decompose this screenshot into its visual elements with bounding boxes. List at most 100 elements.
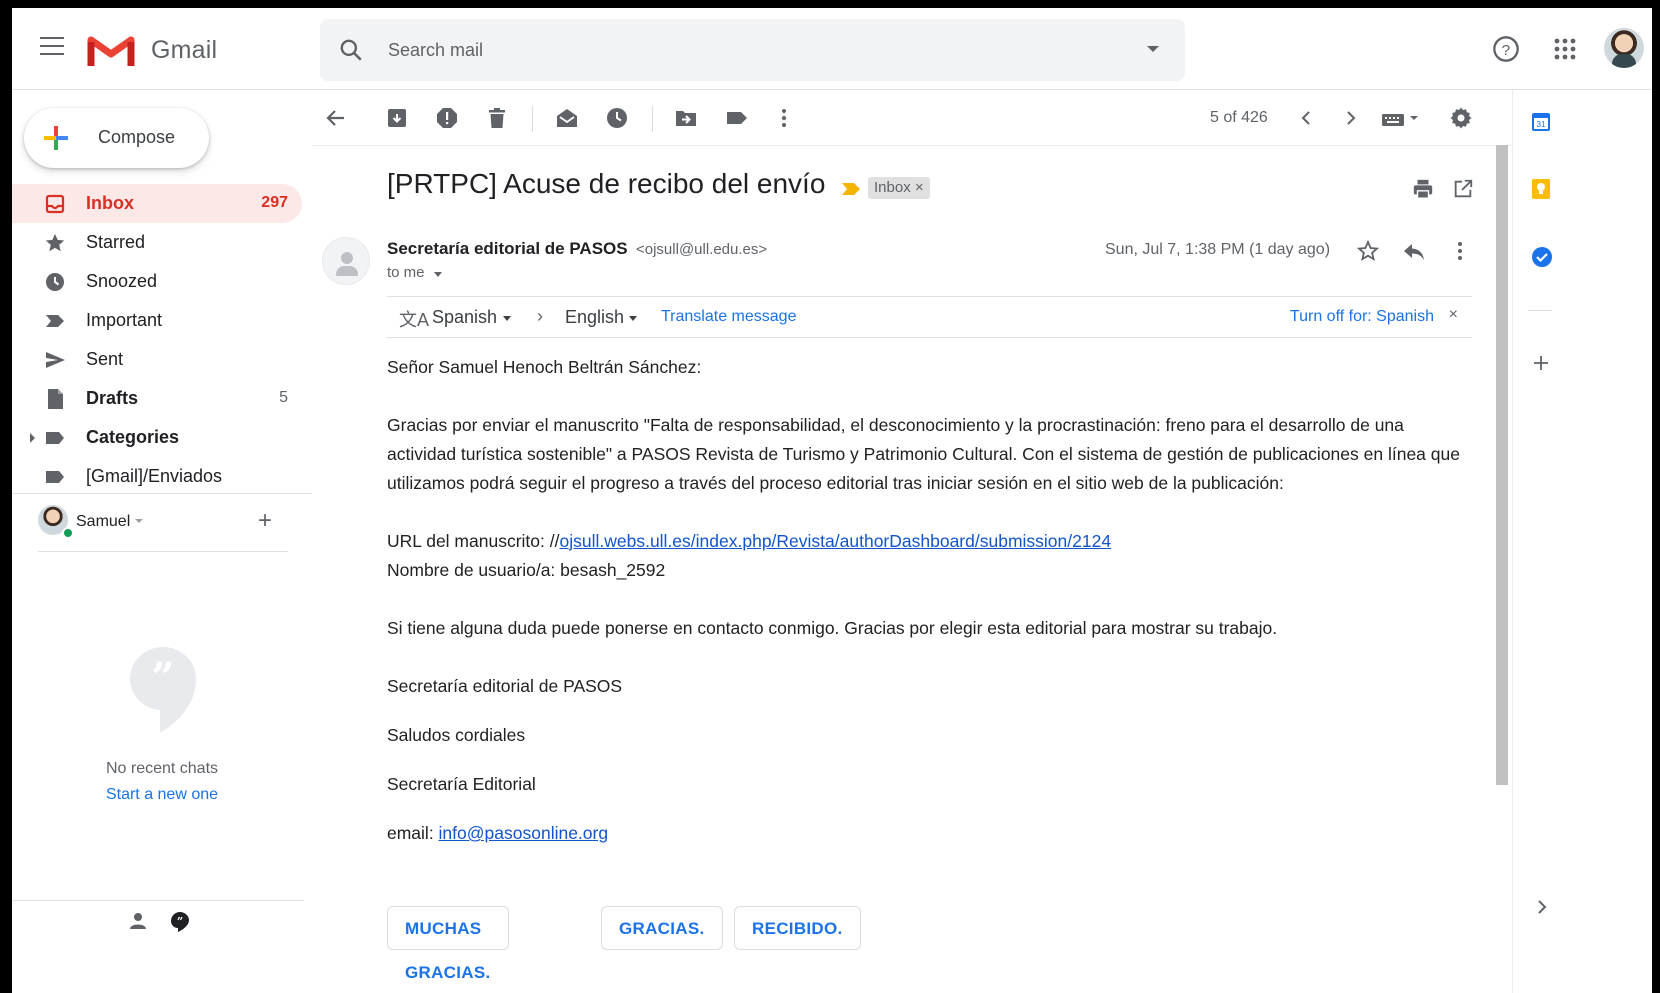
body-signature: Secretaría editorial de PASOS xyxy=(387,676,623,696)
print-icon[interactable] xyxy=(1412,178,1434,200)
clock-icon xyxy=(46,273,64,291)
star-outline-icon[interactable] xyxy=(1356,239,1380,263)
hangouts-user[interactable]: Samuel + xyxy=(38,505,308,545)
tasks-check-icon[interactable] xyxy=(1531,246,1553,268)
account-avatar[interactable] xyxy=(1604,28,1644,68)
sidebar-item-label: Drafts xyxy=(86,388,139,408)
report-spam-icon[interactable] xyxy=(435,106,459,130)
inbox-label-chip[interactable]: Inbox × xyxy=(868,177,930,199)
chevron-right-icon[interactable] xyxy=(1339,106,1363,130)
sidebar-item-label: Snoozed xyxy=(86,271,158,291)
sidebar-item-label: Categories xyxy=(86,427,180,447)
reply-icon[interactable] xyxy=(1402,241,1426,263)
body-url-line: URL del manuscrito: //ojsull.webs.ull.es… xyxy=(387,527,1477,556)
new-conversation-plus-icon[interactable]: + xyxy=(258,507,272,535)
search-icon[interactable] xyxy=(338,37,364,63)
unread-count: 297 xyxy=(261,194,288,211)
search-options-dropdown-icon[interactable] xyxy=(1147,46,1159,52)
gmail-logo-icon[interactable] xyxy=(87,32,135,68)
calendar-icon[interactable]: 31 xyxy=(1531,112,1551,132)
draft-file-icon xyxy=(48,389,63,409)
sidebar-divider xyxy=(12,493,312,494)
search-input[interactable] xyxy=(388,36,1088,64)
sidebar-item-categories[interactable]: Categories xyxy=(12,418,302,457)
gmail-window: Gmail ? Com xyxy=(12,8,1652,993)
label-tag-icon[interactable] xyxy=(725,106,749,130)
svg-text:”: ” xyxy=(151,654,174,701)
snooze-clock-icon[interactable] xyxy=(605,106,629,130)
chevron-down-icon[interactable] xyxy=(629,316,637,321)
sidebar-item-drafts[interactable]: Drafts 5 xyxy=(12,379,302,418)
chevron-left-icon[interactable] xyxy=(1294,106,1318,130)
translate-message-link[interactable]: Translate message xyxy=(661,308,796,326)
gmail-wordmark[interactable]: Gmail xyxy=(151,36,217,65)
sidebar-item-gmail-enviados[interactable]: [Gmail]/Enviados xyxy=(12,457,302,496)
chevron-down-icon[interactable] xyxy=(135,519,143,523)
sidebar-item-sent[interactable]: Sent xyxy=(12,340,302,379)
help-icon[interactable]: ? xyxy=(1492,35,1520,63)
smart-reply-button[interactable]: MUCHAS GRACIAS. xyxy=(387,906,509,982)
keep-bulb-icon[interactable] xyxy=(1531,178,1551,200)
compose-button[interactable]: Compose xyxy=(24,108,209,168)
sender-avatar xyxy=(322,237,370,285)
apps-grid-icon[interactable] xyxy=(1554,38,1576,60)
sender-name: Secretaría editorial de PASOS xyxy=(387,239,628,258)
message-date: Sun, Jul 7, 1:38 PM (1 day ago) xyxy=(1105,241,1331,258)
manuscript-url-link[interactable]: ojsull.webs.ull.es/index.php/Revista/aut… xyxy=(559,531,1111,551)
show-details-chevron-icon[interactable] xyxy=(434,272,442,277)
hangouts-icon[interactable]: ” xyxy=(170,911,190,933)
toolbar-separator xyxy=(652,106,653,132)
more-options-icon[interactable] xyxy=(1450,241,1470,263)
svg-text:?: ? xyxy=(1502,42,1510,59)
email-label: email: xyxy=(387,823,439,843)
sidebar-item-inbox[interactable]: Inbox 297 xyxy=(12,184,302,223)
recipient-text[interactable]: to me xyxy=(387,264,425,281)
smart-reply-button[interactable]: RECIBIDO. xyxy=(734,906,861,950)
input-tools-keyboard-icon[interactable] xyxy=(1380,106,1424,130)
sidebar-item-label: Sent xyxy=(86,349,124,369)
search-bar[interactable] xyxy=(320,19,1185,81)
move-to-folder-icon[interactable] xyxy=(674,106,698,130)
important-marker-icon xyxy=(46,315,64,327)
body-username: Nombre de usuario/a: besash_2592 xyxy=(387,560,666,580)
expand-caret-icon[interactable] xyxy=(30,433,35,443)
svg-text:31: 31 xyxy=(1537,120,1546,129)
message-toolbar: 5 of 426 xyxy=(312,92,1512,146)
label-icon xyxy=(46,432,64,444)
pagination-text: 5 of 426 xyxy=(1210,109,1268,126)
smart-reply-button[interactable]: GRACIAS. xyxy=(601,906,723,950)
start-new-chat-link[interactable]: Start a new one xyxy=(12,786,312,804)
get-addons-plus-icon[interactable] xyxy=(1532,354,1550,372)
target-language-select[interactable]: English xyxy=(565,307,624,328)
top-header: Gmail ? xyxy=(12,8,1652,90)
label-icon xyxy=(46,471,64,483)
back-arrow-icon[interactable] xyxy=(324,106,348,130)
label-chip-text: Inbox xyxy=(874,179,911,196)
delete-trash-icon[interactable] xyxy=(485,106,509,130)
open-in-new-window-icon[interactable] xyxy=(1452,178,1474,200)
main-menu-icon[interactable] xyxy=(40,37,64,57)
contacts-person-icon[interactable] xyxy=(129,912,147,930)
chevron-down-icon[interactable] xyxy=(503,316,511,321)
source-language-select[interactable]: Spanish xyxy=(432,307,497,328)
mark-unread-icon[interactable] xyxy=(555,106,579,130)
scrollbar-thumb[interactable] xyxy=(1496,145,1508,785)
settings-gear-icon[interactable] xyxy=(1449,106,1473,130)
sidebar-item-label: Starred xyxy=(86,232,146,252)
archive-icon[interactable] xyxy=(385,106,409,130)
email-link[interactable]: info@pasosonline.org xyxy=(439,823,609,843)
sidebar-item-starred[interactable]: Starred xyxy=(12,223,302,262)
remove-label-icon[interactable]: × xyxy=(915,179,924,196)
body-email-line: email: info@pasosonline.org xyxy=(387,819,1477,848)
close-icon[interactable]: × xyxy=(1449,306,1458,324)
sidebar-item-snoozed[interactable]: Snoozed xyxy=(12,262,302,301)
expand-side-panel-chevron-icon[interactable] xyxy=(1535,898,1549,916)
rail-divider xyxy=(1528,310,1552,311)
chevron-right-icon: › xyxy=(537,306,543,326)
turn-off-translation-link[interactable]: Turn off for: Spanish xyxy=(1290,308,1434,326)
sidebar-item-important[interactable]: Important xyxy=(12,301,302,340)
sidebar-item-label: [Gmail]/Enviados xyxy=(86,466,223,486)
important-marker-icon[interactable] xyxy=(841,182,861,196)
more-options-icon[interactable] xyxy=(772,106,796,130)
no-recent-chats-text: No recent chats xyxy=(105,760,219,777)
